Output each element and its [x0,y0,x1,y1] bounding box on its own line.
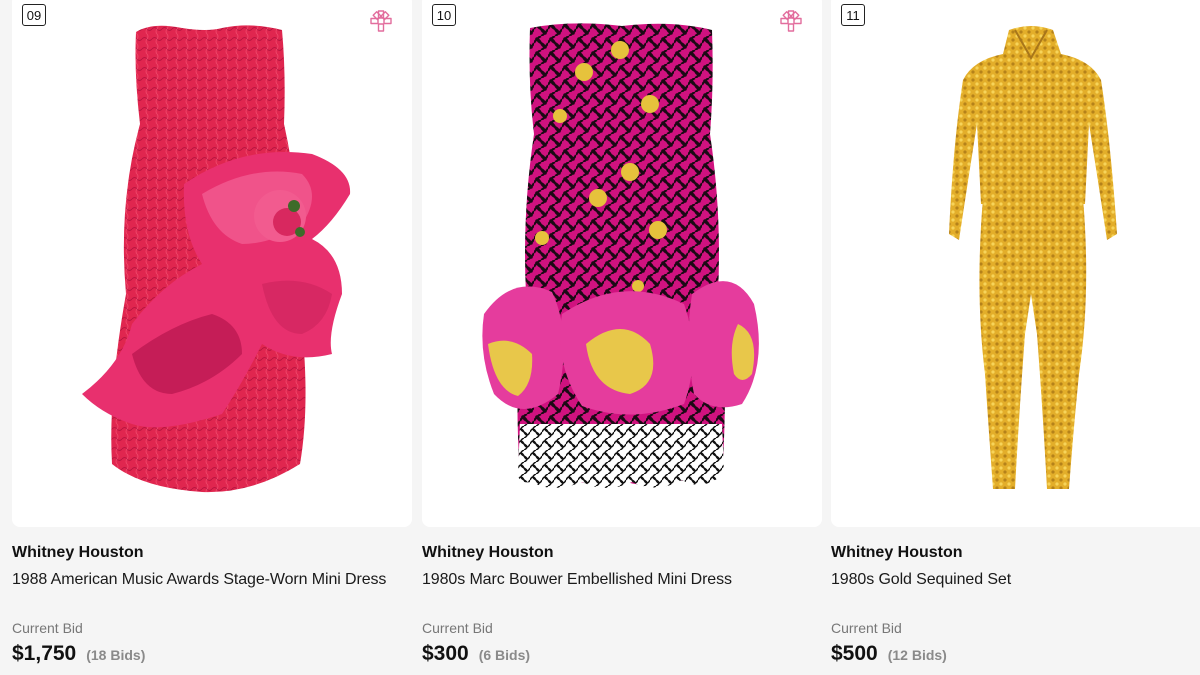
current-bid-label: Current Bid [422,620,493,636]
current-bid-label: Current Bid [12,620,83,636]
bid-info: $300 (6 Bids) [422,642,530,666]
bid-count: (6 Bids) [478,647,531,663]
red-mini-dress-image [82,25,351,493]
lot-number-badge: 11 [841,4,865,26]
lot-number-badge: 10 [432,4,456,26]
lot-title[interactable]: 1988 American Music Awards Stage-Worn Mi… [12,571,386,589]
bid-info: $1,750 (18 Bids) [12,642,145,666]
lot-card-10[interactable]: 10 Whitney Houston 1980s Marc Bouwer Emb… [422,0,822,675]
bid-amount: $1,750 [12,642,77,665]
artist-name[interactable]: Whitney Houston [831,544,963,562]
lot-number-badge: 09 [22,4,46,26]
bid-amount: $300 [422,642,469,665]
lot-image-card[interactable]: 11 [831,0,1200,527]
lot-image-card[interactable]: 09 [12,0,412,527]
lot-title[interactable]: 1980s Marc Bouwer Embellished Mini Dress [422,571,732,589]
lot-title[interactable]: 1980s Gold Sequined Set [831,571,1011,589]
lace-mini-dress-image [482,23,759,488]
artist-name[interactable]: Whitney Houston [422,544,554,562]
asterisk-flower-icon[interactable] [778,8,804,34]
bid-count: (18 Bids) [86,647,146,663]
asterisk-flower-icon[interactable] [368,8,394,34]
lot-card-11[interactable]: 11 Whitney Houston 1980s Gold Sequined S… [831,0,1200,675]
artist-name[interactable]: Whitney Houston [12,544,144,562]
lot-card-09[interactable]: 09 Whitney Houston 1988 American Music A… [12,0,412,675]
bid-info: $500 (12 Bids) [831,642,947,666]
bid-count: (12 Bids) [887,647,947,663]
gold-sequined-set-image [949,26,1117,489]
lot-image-card[interactable]: 10 [422,0,822,527]
bid-amount: $500 [831,642,878,665]
current-bid-label: Current Bid [831,620,902,636]
